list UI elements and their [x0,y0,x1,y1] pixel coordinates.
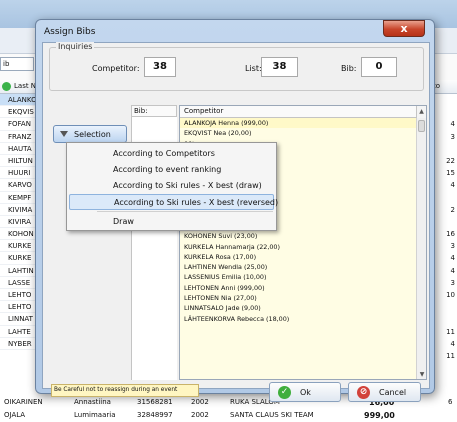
cell-last-name: OJALA [4,411,26,419]
list-item[interactable]: KOHONEN Suvi (23,00) [180,231,418,241]
dialog-title: Assign Bibs [44,27,96,37]
selection-button[interactable]: Selection [53,125,127,143]
competitor-count-field: 38 [144,57,176,77]
inquiries-legend: Inquiries [56,42,95,51]
cell-year: 2002 [191,411,209,419]
cell-last-name: OIKARINEN [4,398,43,406]
cell-first-name: Annastiina [74,398,111,406]
cell-club: SANTA CLAUS SKI TEAM [230,411,314,419]
cancel-icon: ⊘ [357,386,370,399]
cell-first-name: Lumimaaria [74,411,116,419]
selection-button-label: Selection [74,130,111,139]
list-item[interactable]: LEHTONEN Anni (999,00) [180,283,418,293]
list-item[interactable]: LAHTINEN Wendla (25,00) [180,262,418,272]
scrollbar-thumb[interactable] [418,120,425,132]
assign-bibs-dialog: Assign Bibs x Inquiries Competitor: 38 L… [35,19,435,402]
menu-item-ski-rules-reversed[interactable]: According to Ski rules - X best (reverse… [69,194,278,210]
menu-item-ski-rules-draw[interactable]: According to Ski rules - X best (draw) [69,178,274,194]
status-dot-icon [2,82,11,91]
competitor-column-header[interactable]: Competitor [180,106,426,118]
list-label: List: [245,64,262,73]
list-item[interactable]: LINNATSALO Jade (9,00) [180,303,418,313]
menu-separator [97,211,273,212]
menu-item-draw[interactable]: Draw [69,214,274,230]
bib-number-field[interactable]: 0 [361,57,397,77]
menu-item-according-to-event-ranking[interactable]: According to event ranking [69,162,274,178]
dialog-body: Inquiries Competitor: 38 List: 38 Bib: 0… [42,42,430,402]
chevron-down-icon [60,131,68,137]
list-item[interactable]: LÄHTEENKORVA Rebecca (18,00) [180,314,418,324]
bib-column-header[interactable]: Bib: [131,105,177,117]
menu-item-according-to-competitors[interactable]: According to Competitors [69,146,274,162]
background-filter-field[interactable]: ib [0,57,34,71]
ok-button-label: Ok [300,388,311,397]
ok-button[interactable]: ✓ Ok [269,382,341,402]
competitor-label: Competitor: [92,64,140,73]
inquiries-group: Inquiries Competitor: 38 List: 38 Bib: 0 [49,42,424,91]
cell-year: 2002 [191,398,209,406]
list-item[interactable]: KURKELA Hannamarja (22,00) [180,242,418,252]
cell-points: 999,00 [364,411,395,420]
close-icon: x [400,22,408,35]
close-button[interactable]: x [383,20,425,37]
warning-note: Be Careful not to reassign during an eve… [51,384,199,397]
list-item[interactable]: EKQVIST Nea (20,00) [180,128,418,138]
list-item[interactable]: ALANKOJA Henna (999,00) [180,118,418,129]
list-item[interactable]: LASSENIUS Emilia (10,00) [180,272,418,282]
list-item[interactable]: LEHTONEN Nia (27,00) [180,293,418,303]
bib-label: Bib: [341,64,357,73]
list-count-field: 38 [261,57,298,77]
scroll-down-icon[interactable]: ▼ [417,370,426,379]
scroll-up-icon[interactable]: ▲ [416,106,426,118]
selection-menu: According to Competitors According to ev… [66,142,278,231]
cell-id: 32848997 [137,411,173,419]
cell-extra: 6 [448,398,453,406]
cancel-button-label: Cancel [379,388,407,397]
cancel-button[interactable]: ⊘ Cancel [348,382,421,402]
vertical-scrollbar[interactable]: ▼ [416,118,426,379]
table-row[interactable]: OJALA Lumimaaria 32848997 2002 SANTA CLA… [0,409,457,422]
list-item[interactable]: KURKELA Rosa (17,00) [180,252,418,262]
cell-id: 31568281 [137,398,173,406]
checkmark-icon: ✓ [278,386,291,399]
